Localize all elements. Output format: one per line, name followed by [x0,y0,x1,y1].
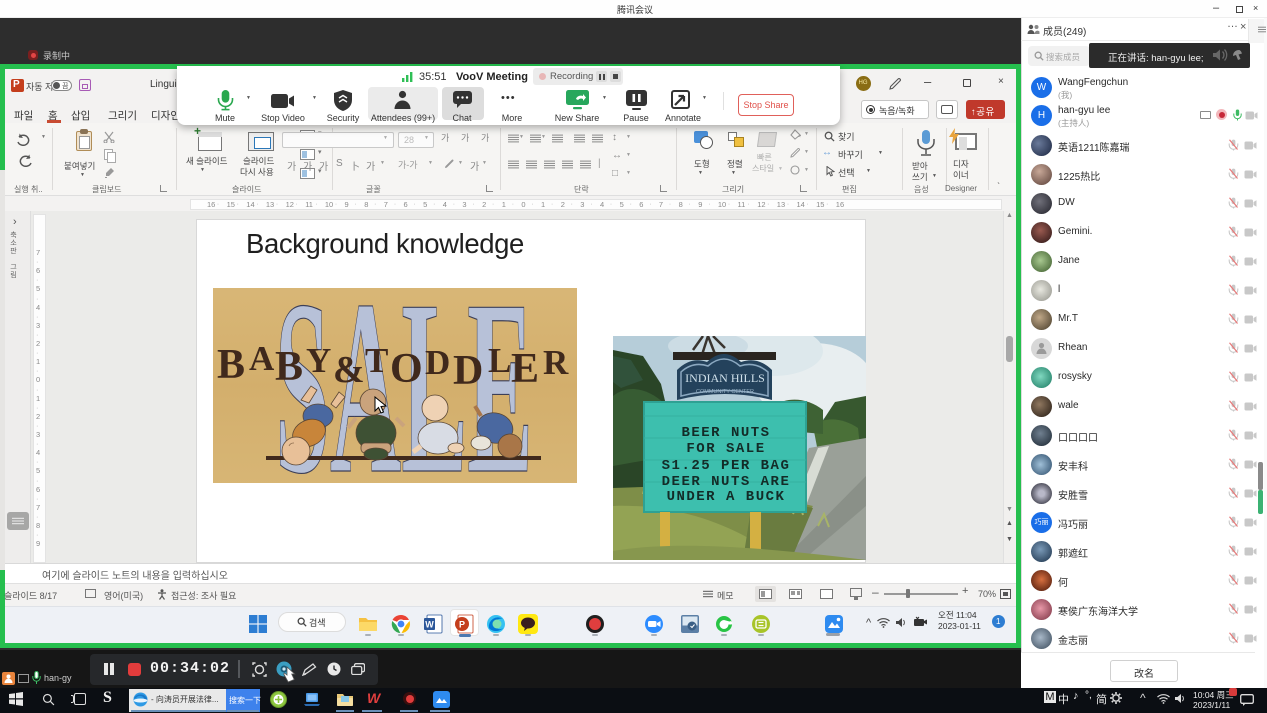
svg-text:P: P [459,620,465,630]
svg-text:S1.25 PER BAG: S1.25 PER BAG [662,458,791,474]
svg-text:O: O [390,346,423,392]
svg-text:DEER NUTS ARE: DEER NUTS ARE [662,474,791,490]
svg-text:D: D [425,343,450,382]
svg-text:B: B [275,344,303,390]
svg-text:INDIAN HILLS: INDIAN HILLS [685,371,765,385]
svg-text:UNDER A BUCK: UNDER A BUCK [667,489,786,505]
svg-text:A: A [249,339,275,378]
svg-text:&: & [333,349,365,391]
svg-text:D: D [453,348,483,394]
svg-text:W: W [425,620,434,630]
svg-text:FOR SALE: FOR SALE [686,441,765,457]
svg-text:T: T [365,341,388,380]
svg-text:Y: Y [306,341,331,380]
svg-text:B: B [217,342,245,388]
svg-text:E: E [511,346,539,392]
svg-text:BEER NUTS: BEER NUTS [681,425,770,441]
svg-text:COMMUNITY CENTER: COMMUNITY CENTER [696,389,754,395]
svg-text:L: L [488,341,511,380]
svg-text:R: R [543,343,569,382]
